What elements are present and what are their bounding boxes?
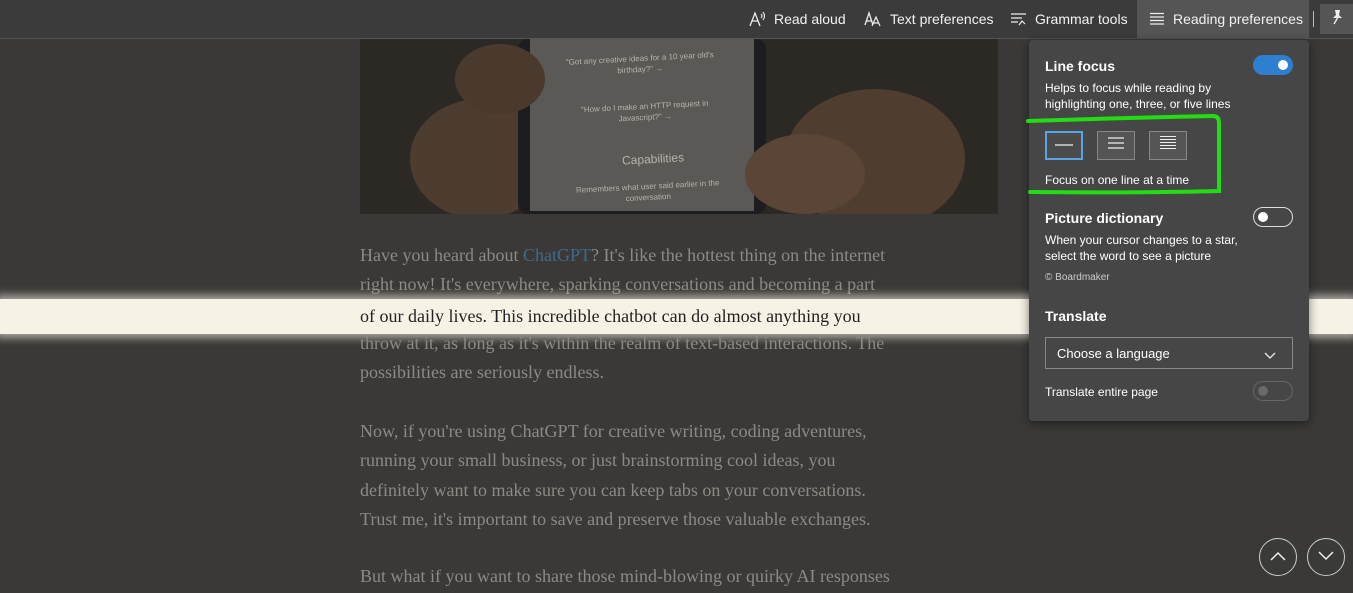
toolbar-divider bbox=[1313, 11, 1314, 27]
translate-entire-page-toggle[interactable] bbox=[1253, 381, 1293, 401]
scroll-up-button[interactable] bbox=[1259, 538, 1297, 576]
line-focus-description: Helps to focus while reading by highligh… bbox=[1045, 81, 1231, 111]
language-select-value: Choose a language bbox=[1057, 345, 1170, 361]
scroll-down-button[interactable] bbox=[1307, 538, 1345, 576]
article-paragraph-1-top: Have you heard about ChatGPT? It's like … bbox=[360, 241, 1000, 300]
picture-dictionary-toggle[interactable] bbox=[1253, 207, 1293, 227]
toggle-knob bbox=[1258, 212, 1268, 222]
pin-toolbar-button[interactable] bbox=[1320, 4, 1353, 34]
read-aloud-label: Read aloud bbox=[774, 11, 846, 27]
one-line-focus-button[interactable] bbox=[1045, 131, 1083, 160]
article-text: possibilities are seriously endless. bbox=[360, 362, 604, 383]
reading-preferences-panel: Line focus Helps to focus while reading … bbox=[1029, 40, 1309, 421]
picture-dictionary-description: When your cursor changes to a star, sele… bbox=[1045, 233, 1238, 263]
one-line-icon bbox=[1054, 137, 1074, 155]
article-text: ? It's like the hottest thing on the int… bbox=[590, 245, 886, 265]
grammar-tools-label: Grammar tools bbox=[1035, 11, 1128, 27]
toggle-knob bbox=[1258, 386, 1268, 396]
grammar-tools-button[interactable]: Grammar tools bbox=[1010, 0, 1128, 38]
read-aloud-icon bbox=[749, 11, 766, 27]
article-text: But what if you want to share those mind… bbox=[360, 566, 890, 586]
line-focus-toggle[interactable] bbox=[1253, 55, 1293, 75]
translate-entire-page-label: Translate entire page bbox=[1045, 385, 1158, 399]
pin-icon bbox=[1329, 9, 1345, 30]
article-text: Trust me, it's important to save and pre… bbox=[360, 508, 871, 529]
text-preferences-label: Text preferences bbox=[890, 11, 994, 27]
reading-preferences-label: Reading preferences bbox=[1173, 11, 1303, 27]
chatgpt-link[interactable]: ChatGPT bbox=[523, 245, 591, 265]
article-text: throw at it, as long as it's within the … bbox=[360, 333, 885, 353]
article-text: running your small business, or just bra… bbox=[360, 450, 836, 471]
grammar-tools-icon bbox=[1010, 12, 1027, 26]
chevron-down-icon bbox=[1318, 548, 1334, 566]
three-line-focus-button[interactable] bbox=[1097, 131, 1135, 160]
article-text: right now! It's everywhere, sparking con… bbox=[360, 274, 876, 295]
article-paragraph-1-bottom: throw at it, as long as it's within the … bbox=[360, 329, 1000, 388]
boardmaker-credit: © Boardmaker bbox=[1045, 272, 1110, 283]
reading-preferences-button[interactable]: Reading preferences bbox=[1137, 0, 1309, 38]
article-text: Now, if you're using ChatGPT for creativ… bbox=[360, 421, 867, 441]
five-line-icon bbox=[1159, 135, 1177, 156]
chevron-down-icon bbox=[1264, 348, 1276, 363]
line-focus-status: Focus on one line at a time bbox=[1045, 173, 1190, 187]
reader-toolbar: Read aloud Text preferences Grammar tool… bbox=[0, 0, 1353, 39]
text-preferences-button[interactable]: Text preferences bbox=[864, 0, 994, 38]
toggle-knob bbox=[1278, 60, 1288, 70]
article-paragraph-3: But what if you want to share those mind… bbox=[360, 562, 1000, 591]
line-focus-title: Line focus bbox=[1045, 58, 1116, 74]
reading-preferences-icon bbox=[1149, 12, 1165, 26]
five-line-focus-button[interactable] bbox=[1149, 131, 1187, 160]
language-select[interactable]: Choose a language bbox=[1045, 337, 1293, 369]
text-preferences-icon bbox=[864, 11, 882, 27]
three-line-icon bbox=[1107, 136, 1125, 155]
translate-title: Translate bbox=[1045, 308, 1107, 324]
picture-dictionary-title: Picture dictionary bbox=[1045, 210, 1164, 226]
article-paragraph-2: Now, if you're using ChatGPT for creativ… bbox=[360, 417, 1000, 534]
article-text: definitely want to make sure you can kee… bbox=[360, 479, 866, 500]
read-aloud-button[interactable]: Read aloud bbox=[749, 0, 846, 38]
chevron-up-icon bbox=[1270, 548, 1286, 566]
article-text: Have you heard about bbox=[360, 245, 523, 265]
article-hero-image: "Got any creative ideas for a 10 year ol… bbox=[360, 39, 998, 214]
